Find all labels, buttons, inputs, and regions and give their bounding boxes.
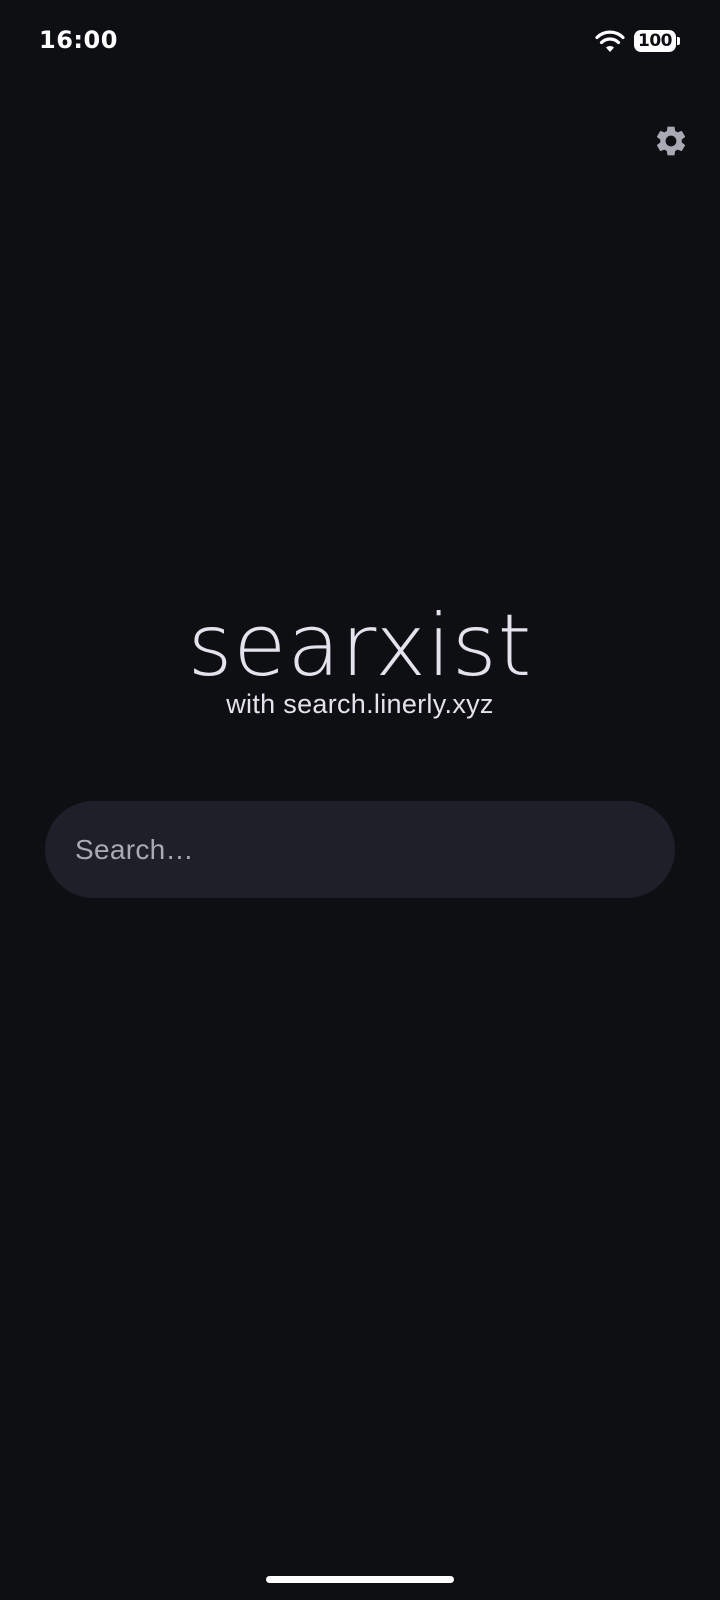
wifi-icon [595,30,625,52]
battery-cap [677,37,680,45]
status-bar: 16:00 100 [0,0,720,84]
battery-level: 100 [638,31,673,51]
gear-icon [656,126,686,156]
status-time: 16:00 [39,26,118,54]
app-screen: 16:00 100 searxist with search.linerly.x… [0,0,720,1600]
home-indicator[interactable] [266,1576,454,1583]
battery-icon: 100 [634,30,680,54]
app-title: searxist [187,596,533,696]
instance-subtitle: with search.linerly.xyz [226,689,494,719]
settings-button[interactable] [648,118,694,164]
search-bar[interactable] [45,801,675,898]
search-input[interactable] [73,832,647,867]
brand-block: searxist with search.linerly.xyz [0,596,720,720]
